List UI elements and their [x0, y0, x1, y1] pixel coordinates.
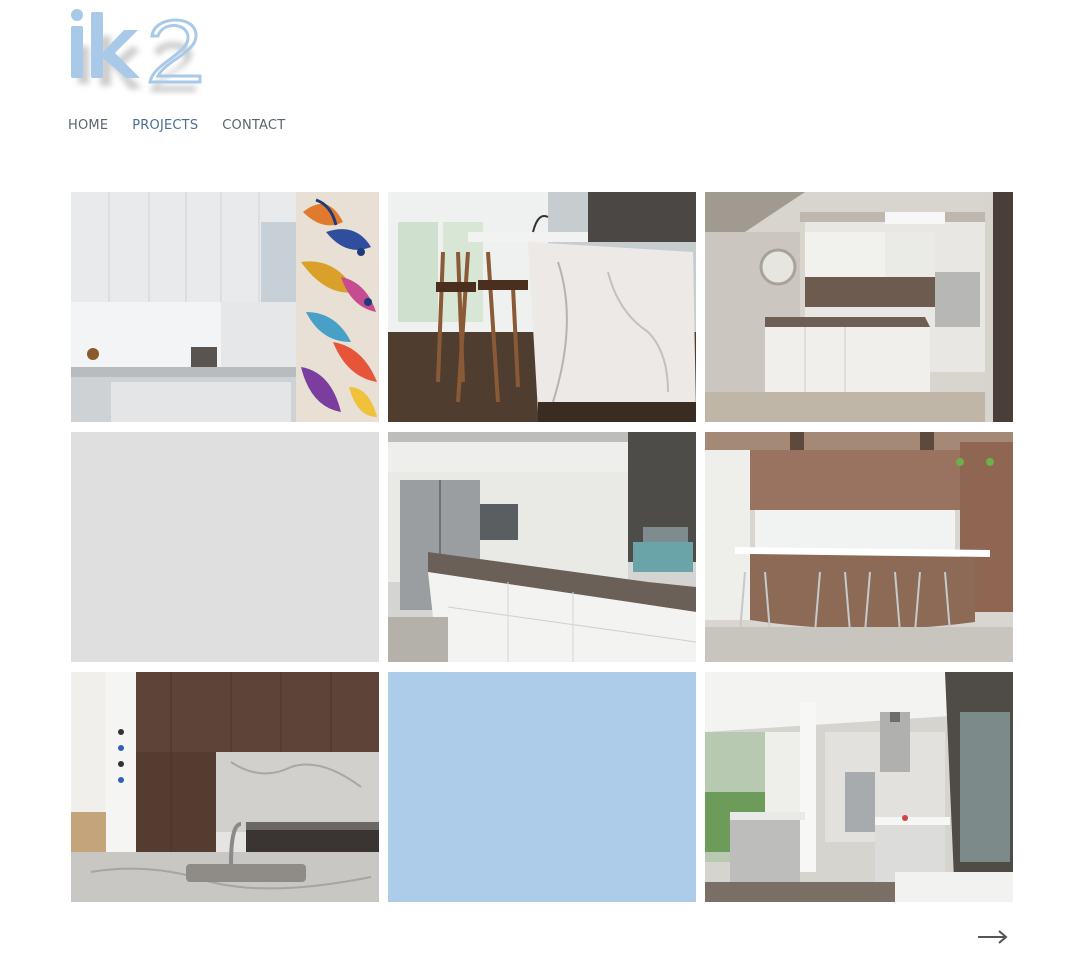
kitchen-photo-open-plan-island[interactable]	[705, 192, 1013, 422]
nav-projects[interactable]: PROJECTS	[132, 117, 198, 137]
placeholder-gray-tile[interactable]	[71, 432, 379, 662]
kitchen-photo-dark-timber-marble[interactable]	[71, 672, 379, 902]
next-page-button[interactable]	[976, 923, 1010, 951]
arrow-right-icon	[978, 930, 1008, 944]
kitchen-photo-timber-curved-bar[interactable]	[705, 432, 1013, 662]
nav-home[interactable]: HOME	[68, 117, 108, 137]
kitchen-photo-pavilion-living[interactable]	[705, 672, 1013, 902]
kitchen-photo-white-gloss-mural[interactable]	[71, 192, 379, 422]
main-nav: HOME PROJECTS CONTACT	[68, 117, 309, 137]
site-logo[interactable]	[66, 6, 236, 96]
kitchen-photo-marble-island-stools[interactable]	[388, 192, 696, 422]
placeholder-blue-tile[interactable]	[388, 672, 696, 902]
project-gallery	[71, 192, 1013, 902]
kitchen-photo-grey-island-fridge[interactable]	[388, 432, 696, 662]
nav-contact[interactable]: CONTACT	[222, 117, 285, 137]
